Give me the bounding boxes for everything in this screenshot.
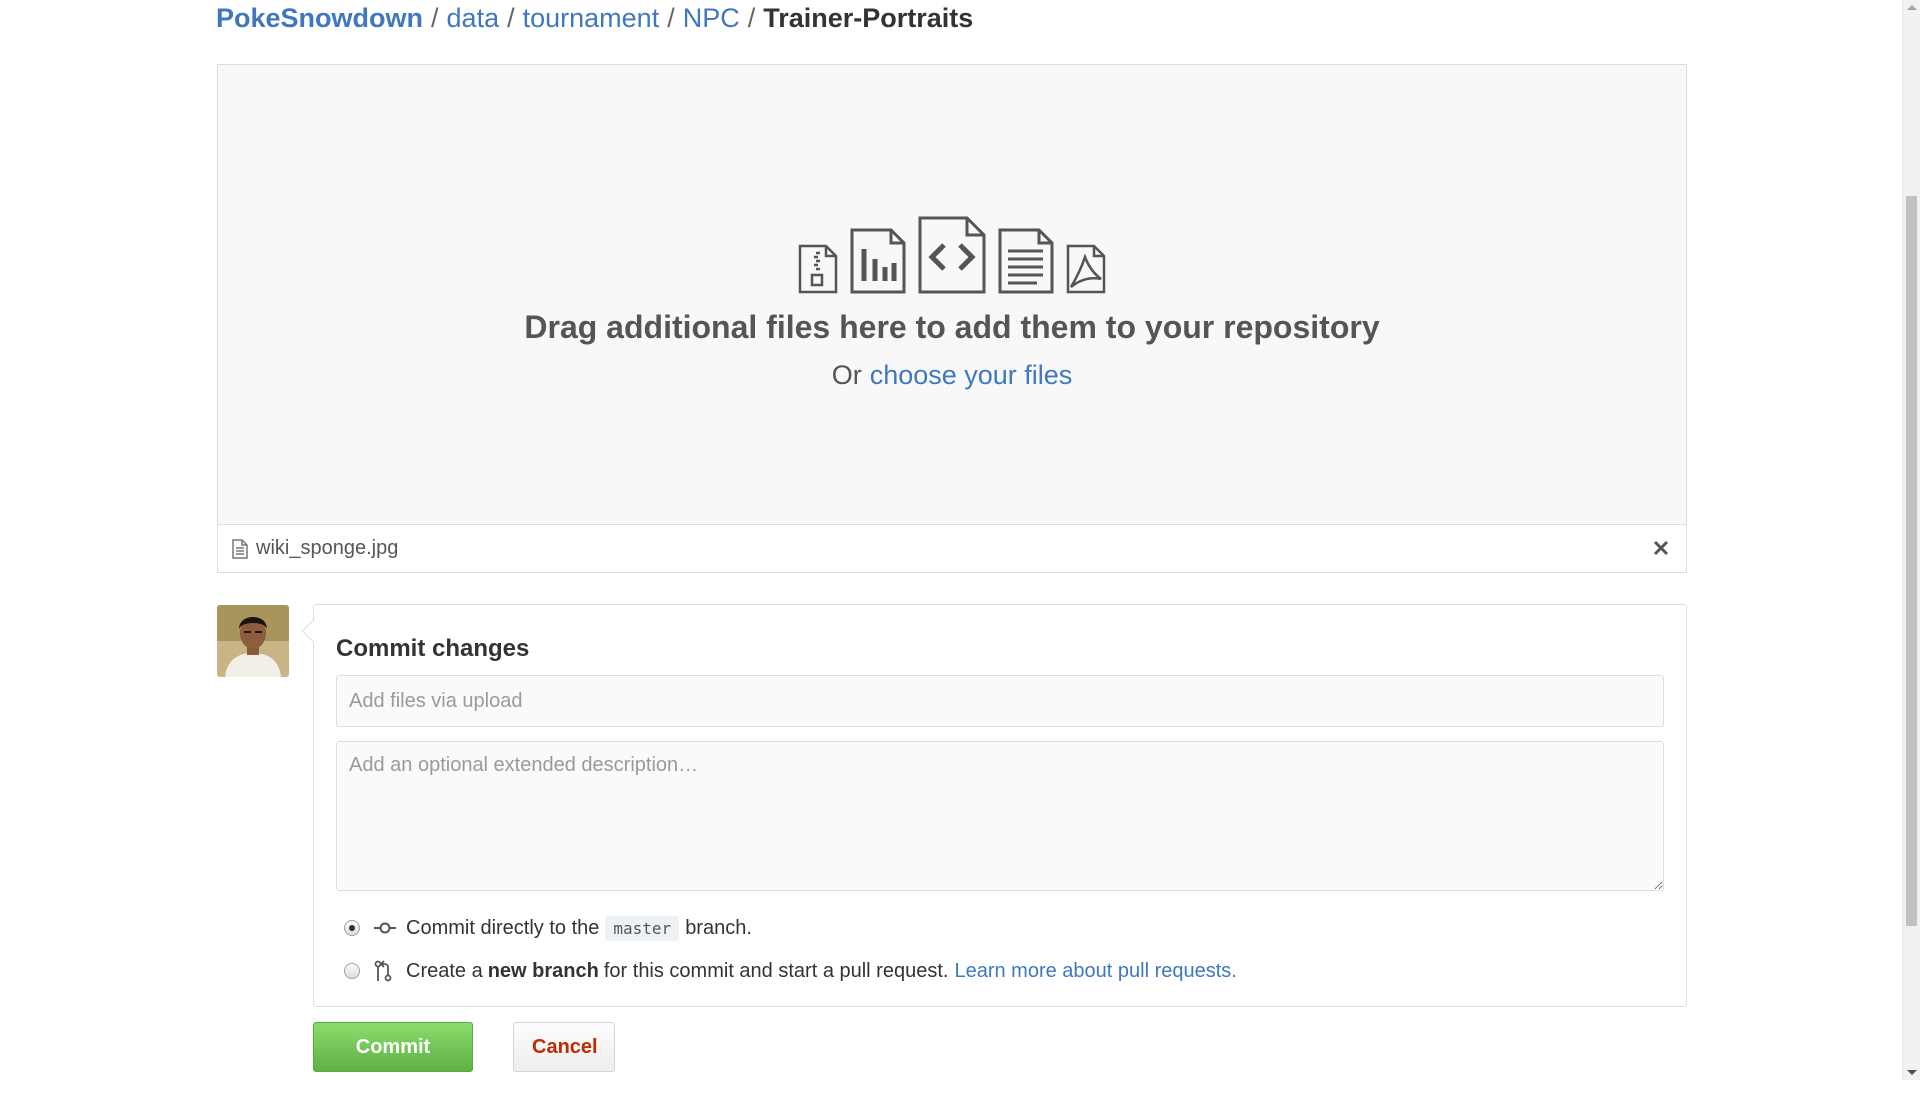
dropzone-title: Drag additional files here to add them t… bbox=[524, 309, 1380, 345]
vertical-scrollbar[interactable] bbox=[1902, 0, 1920, 1080]
avatar[interactable] bbox=[217, 605, 289, 677]
zip-file-icon bbox=[797, 243, 839, 295]
breadcrumb-tournament-link[interactable]: tournament bbox=[523, 3, 660, 33]
scroll-down-icon[interactable] bbox=[1907, 1070, 1917, 1075]
commit-description-input[interactable] bbox=[336, 741, 1664, 891]
learn-pull-requests-link[interactable]: Learn more about pull requests. bbox=[954, 960, 1236, 983]
code-file-icon bbox=[917, 215, 987, 295]
dropzone-subtitle: Or choose your files bbox=[218, 355, 1686, 395]
scrollbar-thumb[interactable] bbox=[1906, 196, 1917, 926]
breadcrumb: PokeSnowdown / data / tournament / NPC / Trainer… bbox=[216, 0, 973, 36]
branch-name: master bbox=[605, 915, 680, 941]
breadcrumb-npc-link[interactable]: NPC bbox=[683, 3, 740, 33]
breadcrumb-separator: / bbox=[667, 3, 675, 33]
commit-direct-prefix: Commit directly to the bbox=[406, 916, 600, 939]
file-dropzone[interactable]: Drag additional files here to add them t… bbox=[217, 64, 1687, 524]
breadcrumb-repo-link[interactable]: PokeSnowdown bbox=[216, 3, 423, 33]
new-branch-suffix: for this commit and start a pull request… bbox=[603, 959, 949, 982]
new-branch-bold: new branch bbox=[487, 959, 599, 982]
chart-file-icon bbox=[849, 227, 907, 295]
commit-direct-option[interactable]: Commit directly to the master branch. bbox=[344, 912, 752, 944]
breadcrumb-data-link[interactable]: data bbox=[447, 3, 500, 33]
breadcrumb-separator: / bbox=[431, 3, 439, 33]
file-icon bbox=[232, 538, 248, 559]
breadcrumb-separator: / bbox=[747, 3, 756, 33]
commit-title: Commit changes bbox=[336, 635, 530, 662]
pull-request-icon bbox=[374, 960, 396, 982]
choose-files-link[interactable]: choose your files bbox=[870, 360, 1073, 390]
commit-changes-panel: Commit changes Commit directly to the ma… bbox=[313, 604, 1687, 1007]
new-branch-option[interactable]: Create a new branch for this commit and … bbox=[344, 955, 1237, 987]
breadcrumb-current: Trainer-Portraits bbox=[763, 3, 974, 33]
commit-changes-button[interactable]: Commit changes bbox=[313, 1022, 473, 1106]
uploaded-file-name: wiki_sponge.jpg bbox=[256, 537, 399, 559]
pdf-file-icon bbox=[1065, 243, 1107, 295]
commit-summary-input[interactable] bbox=[336, 675, 1664, 727]
new-branch-prefix: Create a bbox=[406, 959, 483, 982]
new-branch-radio[interactable] bbox=[344, 963, 360, 979]
uploaded-file-row: wiki_sponge.jpg bbox=[217, 524, 1687, 573]
cancel-button[interactable]: Cancel bbox=[513, 1022, 615, 1072]
remove-file-close-icon[interactable] bbox=[1650, 537, 1672, 559]
dropzone-or-text: Or bbox=[831, 360, 862, 390]
file-type-icons bbox=[218, 215, 1686, 295]
commit-direct-radio[interactable] bbox=[344, 920, 360, 936]
text-file-icon bbox=[997, 227, 1055, 295]
git-commit-icon bbox=[374, 921, 396, 935]
scroll-up-icon[interactable] bbox=[1907, 5, 1917, 10]
breadcrumb-separator: / bbox=[507, 3, 515, 33]
commit-direct-suffix: branch. bbox=[685, 916, 752, 939]
